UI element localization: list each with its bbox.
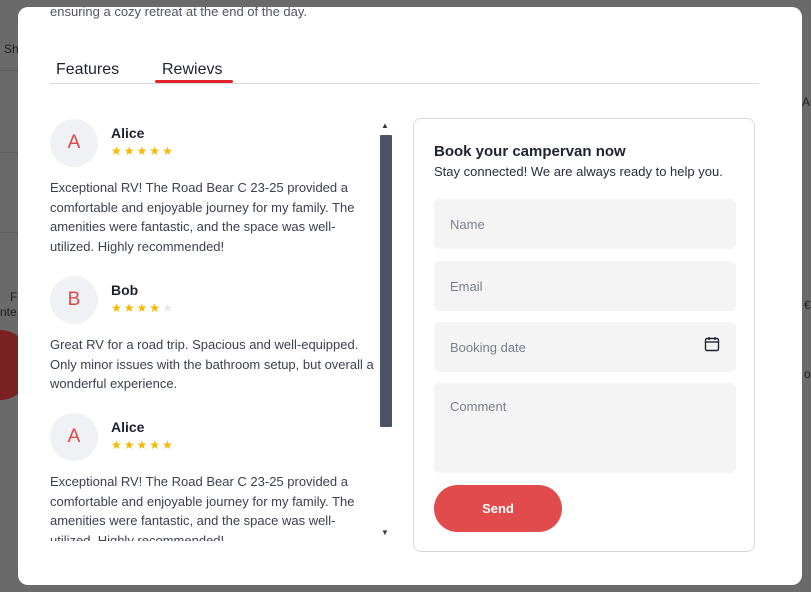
campervan-modal: ensuring a cozy retreat at the end of th…: [18, 7, 802, 585]
star-filled-icon: ★: [149, 301, 163, 315]
booking-title: Book your campervan now: [434, 143, 626, 160]
review-text: Exceptional RV! The Road Bear C 23-25 pr…: [50, 180, 355, 254]
scroll-down-arrow-icon[interactable]: ▼: [381, 528, 389, 537]
reviewer-name: Alice: [111, 419, 145, 435]
backdrop-text: Sh: [4, 42, 19, 56]
name-input[interactable]: [434, 199, 736, 249]
star-filled-icon: ★: [162, 438, 175, 452]
star-filled-icon: ★: [123, 144, 137, 158]
star-filled-icon: ★: [149, 438, 163, 452]
star-filled-icon: ★: [111, 144, 124, 158]
backdrop-divider: [0, 232, 18, 233]
star-rating: ★★★★★: [111, 144, 175, 158]
reviews-list[interactable]: A Alice ★★★★★ Exceptional RV! The Road B…: [50, 119, 380, 541]
send-button[interactable]: Send: [434, 485, 562, 532]
star-filled-icon: ★: [136, 438, 150, 452]
star-filled-icon: ★: [136, 301, 150, 315]
booking-form: Book your campervan now Stay connected! …: [413, 118, 755, 552]
email-input[interactable]: [434, 261, 736, 311]
star-filled-icon: ★: [123, 438, 137, 452]
reviewer-name: Bob: [111, 282, 139, 298]
star-filled-icon: ★: [136, 144, 150, 158]
tab-features[interactable]: Features: [56, 61, 119, 79]
comment-textarea[interactable]: [434, 383, 736, 473]
star-filled-icon: ★: [111, 301, 124, 315]
backdrop-text: €: [804, 298, 811, 312]
star-filled-icon: ★: [123, 301, 137, 315]
description-text: ensuring a cozy retreat at the end of th…: [50, 7, 308, 19]
scroll-up-arrow-icon[interactable]: ▲: [381, 121, 389, 130]
review-item: B Bob ★★★★★ Great RV for a road trip. Sp…: [50, 276, 380, 396]
star-empty-icon: ★: [162, 301, 175, 315]
backdrop-divider: [0, 70, 18, 71]
reviews-scrollbar-thumb[interactable]: [380, 135, 392, 427]
star-rating: ★★★★★: [111, 438, 175, 452]
review-item: A Alice ★★★★★ Exceptional RV! The Road B…: [50, 119, 380, 259]
reviewer-name: Alice: [111, 125, 145, 141]
star-filled-icon: ★: [162, 144, 175, 158]
star-filled-icon: ★: [111, 438, 124, 452]
backdrop-text: F: [10, 290, 18, 304]
backdrop-text: nte: [0, 305, 17, 319]
review-text: Great RV for a road trip. Spacious and w…: [50, 337, 374, 391]
booking-date-input[interactable]: [434, 322, 736, 372]
star-rating: ★★★★★: [111, 301, 175, 315]
review-text: Exceptional RV! The Road Bear C 23-25 pr…: [50, 474, 355, 541]
avatar: A: [50, 413, 98, 461]
star-filled-icon: ★: [149, 144, 163, 158]
tab-reviews[interactable]: Rewievs: [162, 61, 222, 79]
calendar-icon[interactable]: [704, 336, 720, 352]
backdrop-text: AC: [802, 95, 811, 109]
avatar: A: [50, 119, 98, 167]
avatar: B: [50, 276, 98, 324]
booking-subtitle: Stay connected! We are always ready to h…: [434, 164, 723, 179]
tabs-bar: Features Rewievs: [50, 59, 759, 84]
backdrop-divider: [0, 152, 18, 153]
review-item: A Alice ★★★★★ Exceptional RV! The Road B…: [50, 413, 380, 541]
backdrop-text: o: [804, 367, 811, 381]
active-tab-indicator: [155, 80, 233, 83]
